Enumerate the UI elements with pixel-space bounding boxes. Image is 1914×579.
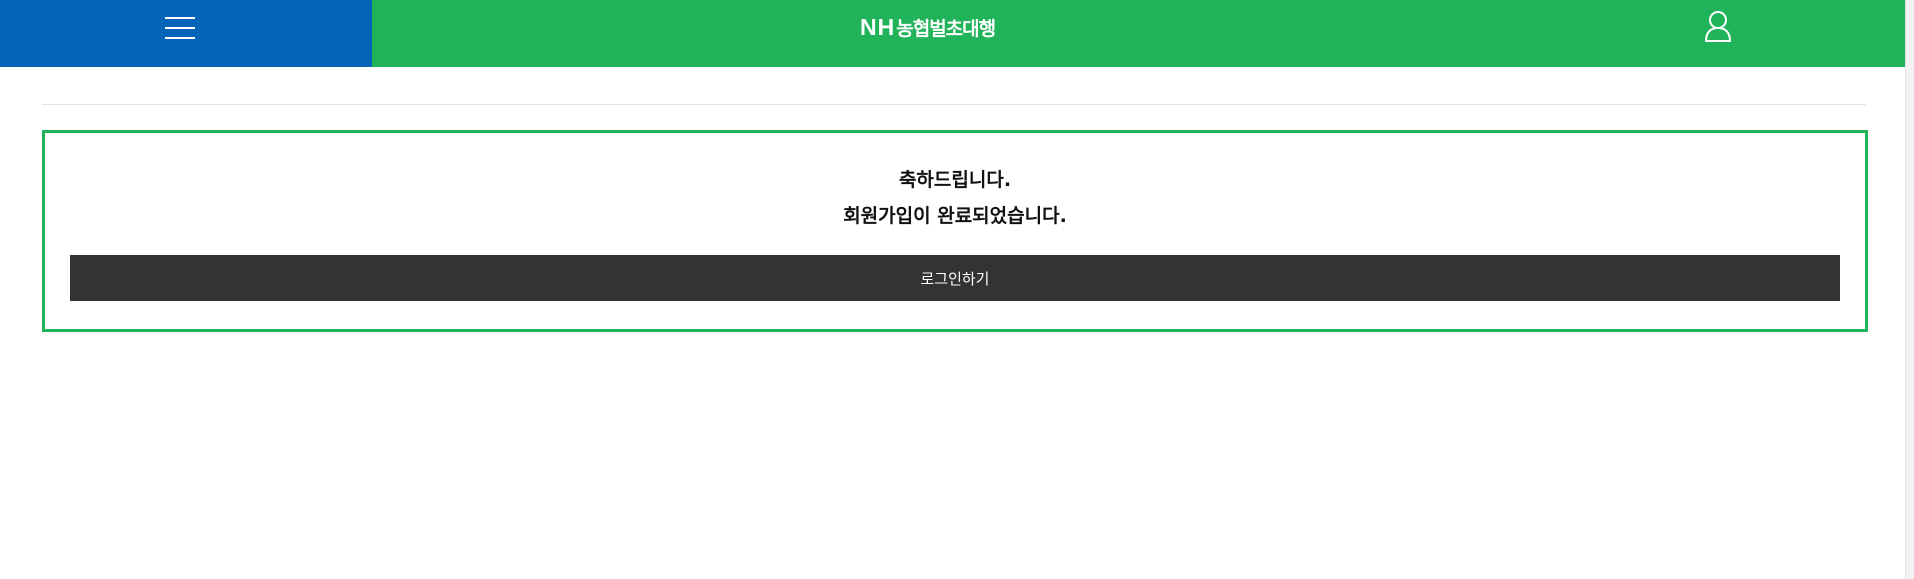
scrollbar[interactable] — [1905, 0, 1914, 579]
user-icon[interactable] — [1704, 10, 1732, 42]
login-button[interactable]: 로그인하기 — [70, 255, 1840, 301]
signup-complete-panel: 축하드립니다. 회원가입이 완료되었습니다. 로그인하기 — [42, 130, 1868, 332]
menu-line — [165, 27, 195, 29]
menu-line — [165, 37, 195, 39]
congrats-message: 축하드립니다. — [898, 169, 1012, 191]
logo-nh: NH — [860, 13, 896, 40]
signup-complete-message: 회원가입이 완료되었습니다. — [843, 205, 1067, 227]
brand-bar: NH 농협벌초대행 — [372, 0, 1914, 67]
menu-line — [165, 17, 195, 19]
menu-button[interactable] — [0, 0, 372, 67]
logo-name: 농협벌초대행 — [896, 17, 996, 40]
header: NH 농협벌초대행 — [0, 0, 1914, 67]
hamburger-menu-icon[interactable] — [165, 17, 195, 39]
site-logo[interactable]: NH 농협벌초대행 — [860, 12, 996, 42]
divider — [42, 104, 1866, 105]
page: NH 농협벌초대행 축하드립니다. 회원가입이 완료되었습니다. 로그인하기 — [0, 0, 1914, 579]
